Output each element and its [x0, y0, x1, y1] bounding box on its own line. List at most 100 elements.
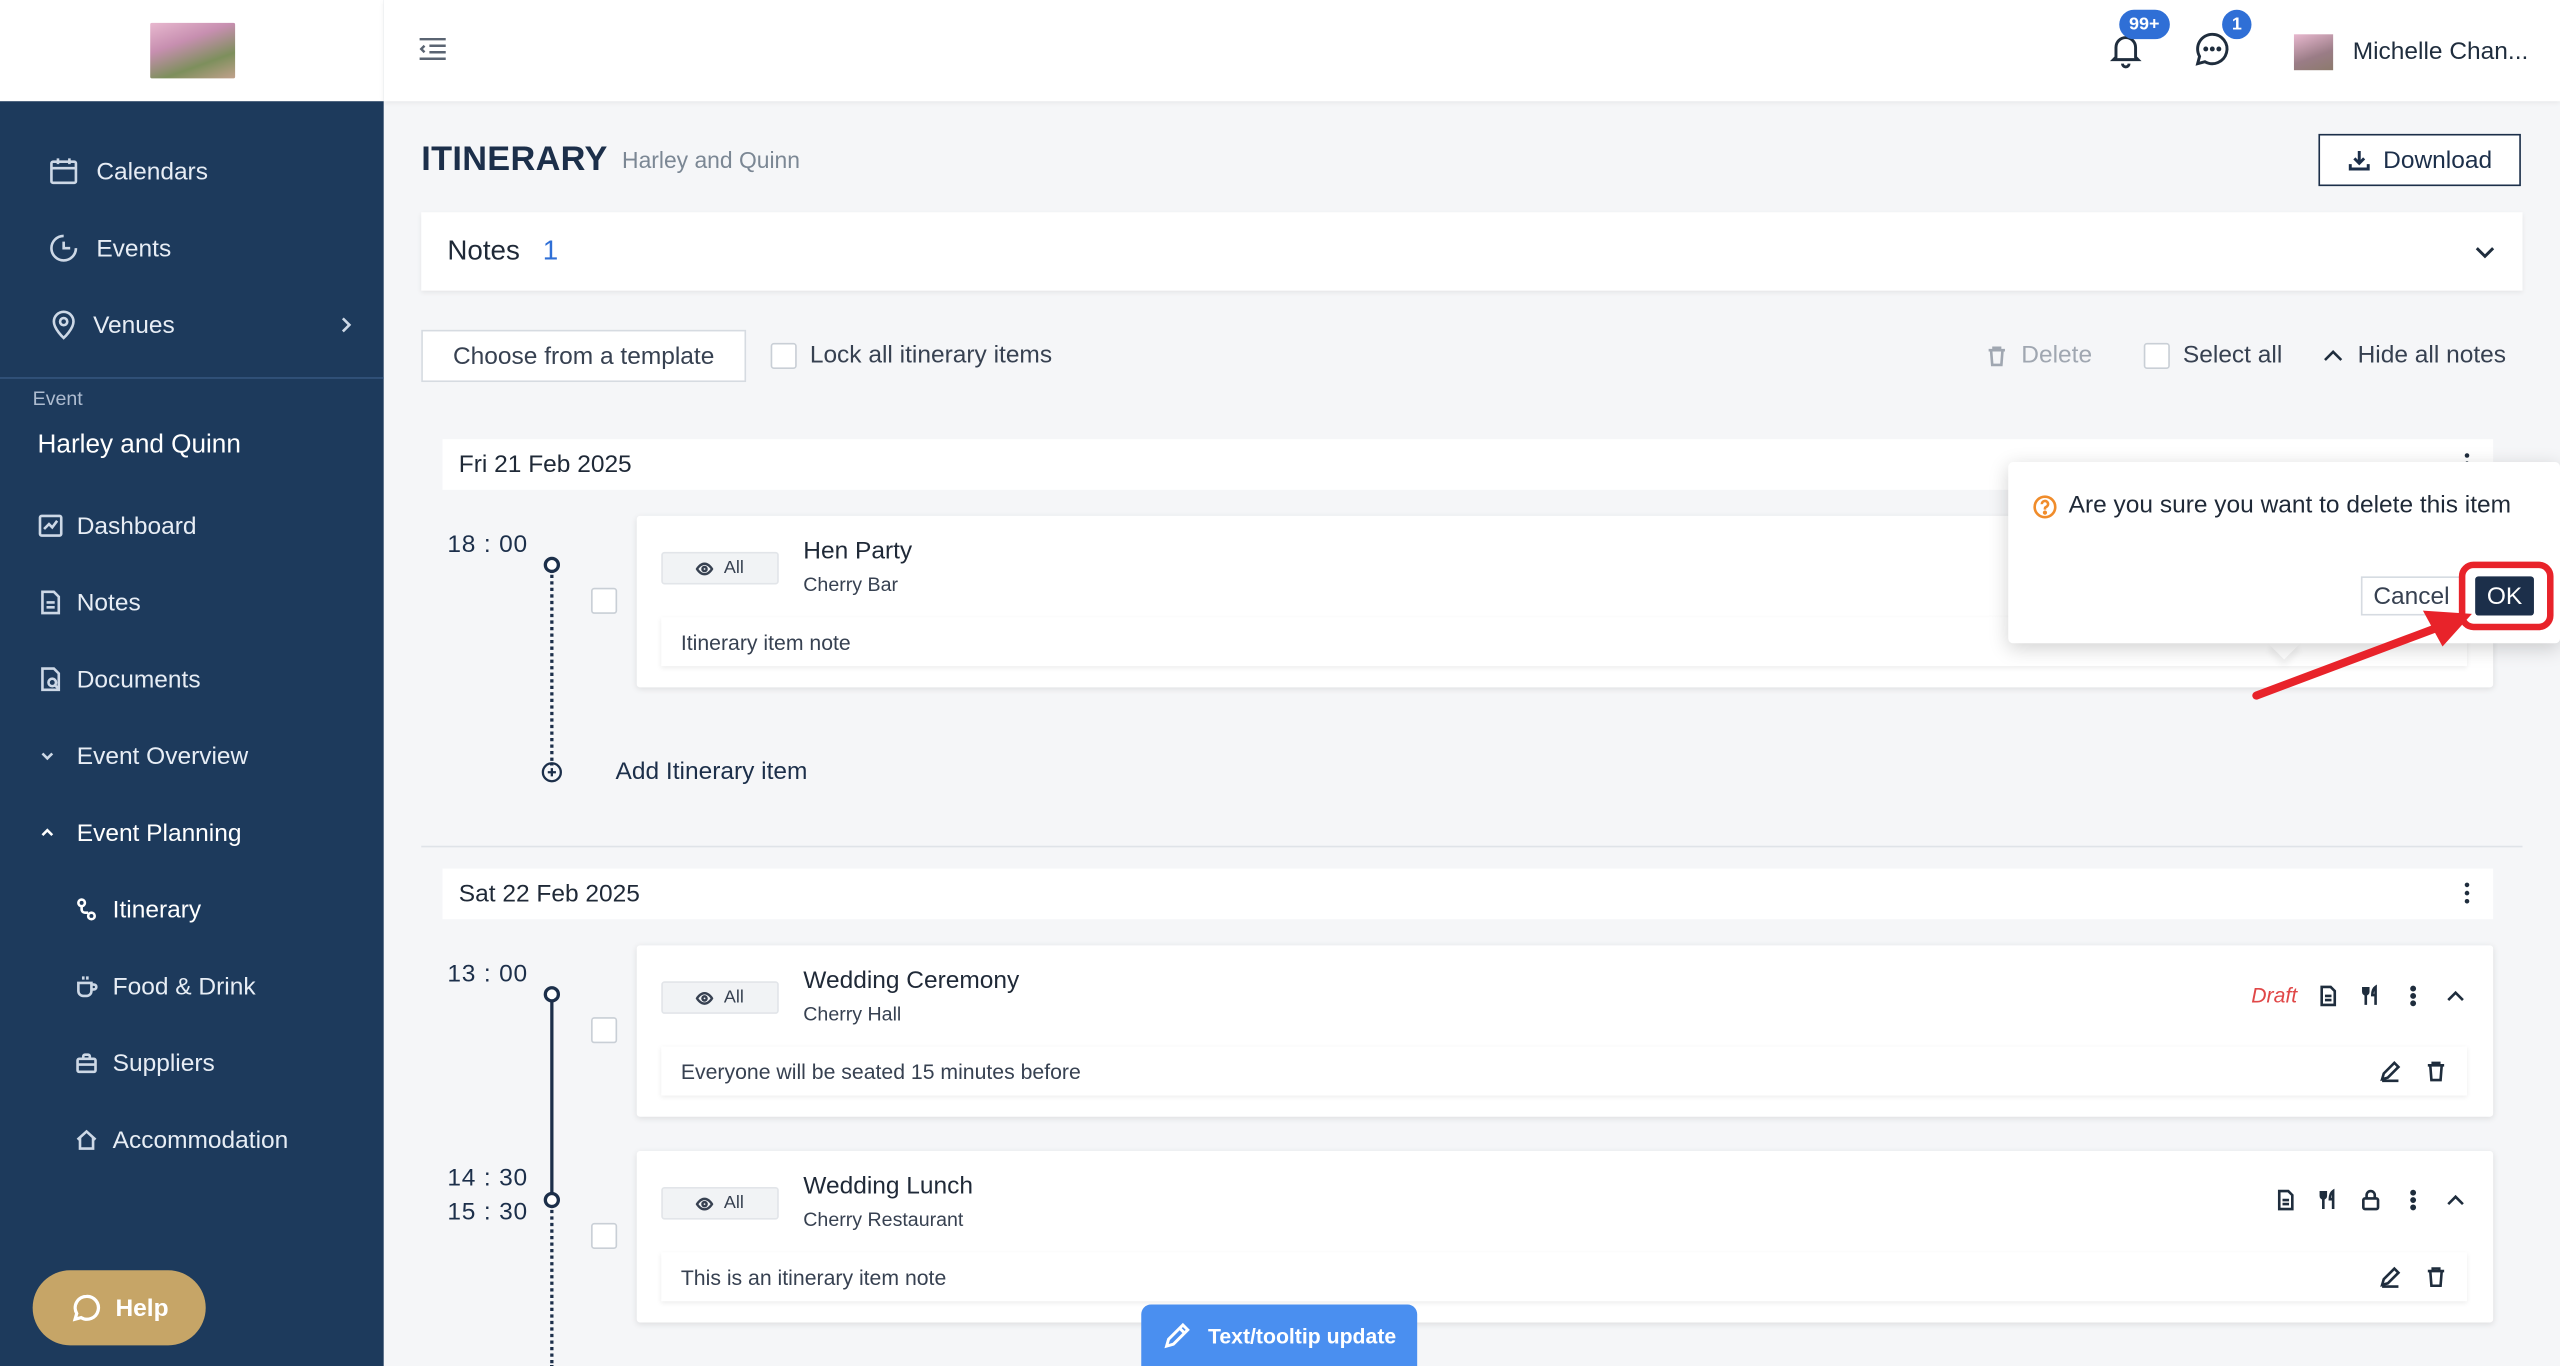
- location-pin-icon: [52, 310, 75, 340]
- menu-collapse-icon[interactable]: [416, 33, 449, 66]
- main-content: ITINERARY Harley and Quinn Download Note…: [384, 101, 2560, 1366]
- item-venue: Cherry Hall: [803, 1002, 902, 1026]
- page-subtitle: Harley and Quinn: [622, 146, 800, 174]
- document-icon[interactable]: [2317, 984, 2340, 1007]
- hide-all-notes-button[interactable]: Hide all notes: [2322, 341, 2506, 369]
- cutlery-icon[interactable]: [2359, 983, 2382, 1007]
- day-date: Fri 21 Feb 2025: [458, 450, 632, 479]
- toast-label: Text/tooltip update: [1207, 1323, 1397, 1348]
- trash-icon[interactable]: [2425, 1265, 2448, 1288]
- sidebar-divider: [0, 377, 384, 379]
- sidebar-item-accommodation[interactable]: Accommodation: [0, 1107, 384, 1172]
- notes-count: 1: [542, 235, 559, 267]
- item-note-text: Itinerary item note: [680, 629, 851, 654]
- lock-all-checkbox[interactable]: Lock all itinerary items: [770, 341, 1052, 369]
- event-name: Harley and Quinn: [37, 431, 241, 459]
- briefcase-icon: [76, 1053, 97, 1074]
- sidebar-item-label: Itinerary: [112, 895, 202, 924]
- sidebar-item-calendars[interactable]: Calendars: [0, 139, 384, 204]
- messages-button[interactable]: 1: [2193, 9, 2252, 71]
- confirm-message: Are you sure you want to delete this ite…: [2068, 491, 2512, 520]
- select-all-checkbox[interactable]: Select all: [2143, 341, 2282, 369]
- edit-icon[interactable]: [2379, 1265, 2402, 1288]
- cutlery-icon[interactable]: [2317, 1188, 2340, 1212]
- item-actions: [2274, 1188, 2467, 1212]
- page-title: ITINERARY: [421, 140, 608, 178]
- avatar[interactable]: [2293, 34, 2334, 71]
- trash-icon: [1988, 345, 2005, 366]
- sidebar-item-events[interactable]: Events: [0, 216, 384, 281]
- logo[interactable]: [0, 0, 384, 102]
- item-venue: Cherry Bar: [803, 573, 899, 596]
- timeline-node: [543, 986, 561, 1003]
- checkbox[interactable]: [770, 342, 797, 369]
- lock-icon[interactable]: [2359, 1189, 2382, 1212]
- chevron-up-icon[interactable]: [2444, 1189, 2467, 1212]
- item-note: This is an itinerary item note: [661, 1252, 2468, 1302]
- home-icon: [76, 1129, 97, 1150]
- delete-label: Delete: [2021, 341, 2093, 369]
- sidebar-item-notes[interactable]: Notes: [0, 570, 384, 635]
- checkbox[interactable]: [2143, 342, 2170, 369]
- user-name[interactable]: Michelle Chan...: [2353, 38, 2529, 66]
- sidebar-item-dashboard[interactable]: Dashboard: [0, 493, 384, 558]
- itinerary-card[interactable]: All Wedding Lunch Cherry Restaurant This…: [636, 1151, 2494, 1323]
- help-button[interactable]: Help: [32, 1270, 206, 1346]
- documents-icon: [41, 667, 61, 692]
- question-circle-icon: [2033, 495, 2057, 519]
- visibility-badge[interactable]: All: [661, 551, 779, 585]
- more-vertical-icon[interactable]: [2402, 1189, 2425, 1212]
- text-tooltip-update-button[interactable]: Text/tooltip update: [1141, 1304, 1418, 1366]
- more-vertical-icon[interactable]: [2464, 882, 2471, 905]
- chevron-up-icon: [41, 828, 54, 837]
- calendar-icon: [50, 158, 78, 185]
- sidebar-item-event-overview[interactable]: Event Overview: [0, 723, 384, 788]
- day-date: Sat 22 Feb 2025: [458, 880, 640, 908]
- visibility-badge[interactable]: All: [661, 1186, 779, 1220]
- sidebar-item-label: Event Overview: [76, 742, 249, 770]
- pencil-icon: [1164, 1322, 1190, 1349]
- notifications-button[interactable]: 99+: [2106, 9, 2170, 71]
- itinerary-icon: [77, 898, 97, 921]
- add-itinerary-item[interactable]: Add Itinerary item: [616, 758, 808, 786]
- timeline-line: [550, 1204, 554, 1366]
- logo-image: [149, 22, 235, 79]
- messages-badge: 1: [2222, 9, 2252, 40]
- notes-collapse[interactable]: Notes 1: [421, 212, 2523, 291]
- sidebar-item-documents[interactable]: Documents: [0, 647, 384, 712]
- sidebar-item-label: Event Planning: [76, 818, 242, 847]
- download-button[interactable]: Download: [2318, 133, 2521, 187]
- delete-button[interactable]: Delete: [1985, 341, 2092, 369]
- edit-icon[interactable]: [2379, 1060, 2402, 1083]
- sidebar-item-itinerary[interactable]: Itinerary: [0, 877, 384, 942]
- visibility-badge[interactable]: All: [661, 981, 779, 1014]
- top-bar: 99+ 1 Michelle Chan...: [383, 0, 2560, 102]
- item-time: 14 : 30: [447, 1164, 528, 1192]
- day-header: Sat 22 Feb 2025: [442, 868, 2494, 920]
- sidebar-item-venues[interactable]: Venues: [0, 292, 384, 357]
- item-checkbox[interactable]: [591, 1017, 618, 1044]
- item-time-end: 15 : 30: [447, 1198, 528, 1227]
- chevron-right-icon: [341, 317, 352, 333]
- item-title: Wedding Lunch: [803, 1172, 974, 1201]
- chevron-up-icon[interactable]: [2444, 984, 2467, 1007]
- sidebar-item-label: Suppliers: [112, 1049, 215, 1077]
- sidebar-item-label: Food & Drink: [112, 972, 256, 1001]
- item-note: Everyone will be seated 15 minutes befor…: [661, 1046, 2468, 1096]
- chevron-down-icon[interactable]: [2474, 240, 2497, 263]
- choose-template-button[interactable]: Choose from a template: [421, 329, 747, 383]
- item-checkbox[interactable]: [591, 587, 618, 614]
- trash-icon[interactable]: [2425, 1060, 2448, 1083]
- sidebar-item-event-planning[interactable]: Event Planning: [0, 800, 384, 865]
- document-icon[interactable]: [2274, 1189, 2297, 1212]
- download-label: Download: [2383, 146, 2493, 174]
- sidebar-item-food-drink[interactable]: Food & Drink: [0, 953, 384, 1018]
- item-checkbox[interactable]: [591, 1222, 618, 1250]
- chevron-up-icon: [2324, 349, 2343, 361]
- itinerary-card[interactable]: All Wedding Ceremony Cherry Hall Draft E…: [636, 945, 2494, 1117]
- add-circle-icon[interactable]: [540, 761, 563, 784]
- annotation-arrow-icon: [2252, 610, 2472, 700]
- sidebar-item-label: Venues: [93, 311, 175, 339]
- sidebar-item-suppliers[interactable]: Suppliers: [0, 1030, 384, 1095]
- more-vertical-icon[interactable]: [2402, 984, 2425, 1007]
